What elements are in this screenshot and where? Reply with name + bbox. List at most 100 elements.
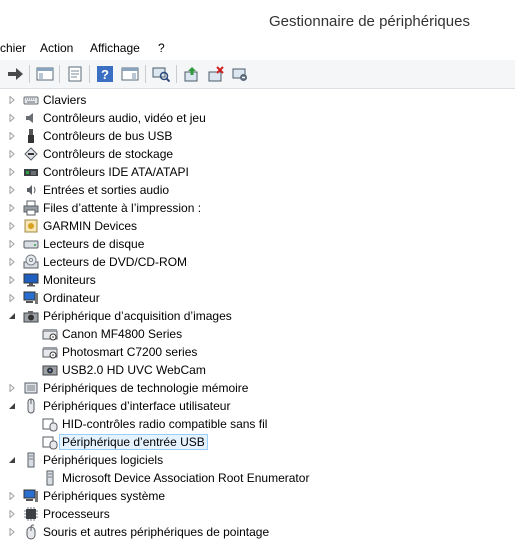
expand-arrow-icon[interactable] — [8, 132, 16, 140]
ide-icon — [23, 164, 39, 180]
software-device-icon — [23, 452, 39, 468]
collapse-arrow-icon[interactable] — [8, 312, 16, 320]
forward-icon[interactable] — [5, 64, 25, 84]
tree-node-label: Périphérique d’acquisition d’images — [43, 309, 232, 323]
expand-arrow-icon[interactable] — [8, 492, 16, 500]
tree-category[interactable]: Moniteurs — [0, 271, 515, 289]
tree-node-label: Canon MF4800 Series — [62, 327, 183, 341]
properties-icon[interactable] — [65, 64, 85, 84]
device-tree: Claviers Contrôleurs audio, vidéo et jeu C… — [0, 90, 515, 541]
tree-category[interactable]: Périphériques logiciels — [0, 451, 515, 469]
menu-bar: chier Action Affichage ? — [0, 39, 515, 59]
tree-node-label: Périphériques de technologie mémoire — [43, 381, 249, 395]
tree-category[interactable]: Claviers — [0, 91, 515, 109]
expand-arrow-icon[interactable] — [8, 204, 16, 212]
tree-category[interactable]: Contrôleurs audio, vidéo et jeu — [0, 109, 515, 127]
menu-fichier[interactable]: chier — [0, 41, 26, 55]
tree-category[interactable]: Souris et autres périphériques de pointa… — [0, 523, 515, 541]
dvd-drive-icon — [23, 254, 39, 270]
menu-help[interactable]: ? — [158, 41, 165, 55]
tree-device[interactable]: Photosmart C7200 series — [0, 343, 515, 361]
expand-arrow-icon[interactable] — [8, 222, 16, 230]
tree-category[interactable]: Contrôleurs de bus USB — [0, 127, 515, 145]
expand-arrow-icon[interactable] — [8, 96, 16, 104]
expand-arrow-icon[interactable] — [8, 510, 16, 518]
expand-arrow-icon[interactable] — [8, 150, 16, 158]
tree-node-label: Contrôleurs de bus USB — [43, 129, 173, 143]
hid-device-icon — [42, 434, 58, 450]
tree-node-label: Lecteurs de DVD/CD-ROM — [43, 255, 188, 269]
collapse-arrow-icon[interactable] — [8, 456, 16, 464]
expand-arrow-icon[interactable] — [8, 240, 16, 248]
menu-affichage[interactable]: Affichage — [90, 41, 140, 55]
tree-device[interactable]: Périphérique d’entrée USB — [0, 433, 515, 451]
tree-category[interactable]: Lecteurs de disque — [0, 235, 515, 253]
tree-category[interactable]: Périphérique d’acquisition d’images — [0, 307, 515, 325]
expand-arrow-icon[interactable] — [8, 528, 16, 536]
scan-hardware-icon[interactable] — [151, 64, 171, 84]
disable-device-icon[interactable] — [230, 64, 250, 84]
show-hide-console-tree-icon[interactable] — [35, 64, 55, 84]
usb-icon — [23, 128, 39, 144]
tree-node-label: Périphériques logiciels — [43, 453, 164, 467]
tree-node-label: Contrôleurs IDE ATA/ATAPI — [43, 165, 189, 179]
tree-node-label: Souris et autres périphériques de pointa… — [43, 525, 270, 539]
mouse-icon — [23, 524, 39, 540]
expand-arrow-icon[interactable] — [8, 294, 16, 302]
menu-action[interactable]: Action — [40, 41, 73, 55]
expand-arrow-icon[interactable] — [8, 258, 16, 266]
monitor-icon — [23, 272, 39, 288]
disk-drive-icon — [23, 236, 39, 252]
toolbar-separator — [59, 65, 60, 83]
tree-category[interactable]: Contrôleurs IDE ATA/ATAPI — [0, 163, 515, 181]
expand-arrow-icon[interactable] — [8, 168, 16, 176]
tree-category[interactable]: Processeurs — [0, 505, 515, 523]
tree-category[interactable]: Lecteurs de DVD/CD-ROM — [0, 253, 515, 271]
tree-node-label: Ordinateur — [43, 291, 100, 305]
tree-node-label: USB2.0 HD UVC WebCam — [62, 363, 206, 377]
audio-io-icon — [23, 182, 39, 198]
tree-node-label: Moniteurs — [43, 273, 96, 287]
toolbar-separator — [29, 65, 30, 83]
tree-category[interactable]: GARMIN Devices — [0, 217, 515, 235]
action-pane-icon[interactable] — [120, 64, 140, 84]
tree-device[interactable]: HID-contrôles radio compatible sans fil — [0, 415, 515, 433]
hid-icon — [23, 398, 39, 414]
tree-node-label: GARMIN Devices — [43, 219, 138, 233]
keyboard-icon — [23, 92, 39, 108]
tree-category[interactable]: Ordinateur — [0, 289, 515, 307]
tree-category[interactable]: Périphériques de technologie mémoire — [0, 379, 515, 397]
expand-arrow-icon[interactable] — [8, 276, 16, 284]
tree-node-label: Contrôleurs de stockage — [43, 147, 174, 161]
hid-device-icon — [42, 416, 58, 432]
toolbar-separator — [176, 65, 177, 83]
tree-node-label: Photosmart C7200 series — [62, 345, 198, 359]
toolbar-separator — [145, 65, 146, 83]
title-bar: Gestionnaire de périphériques — [0, 0, 515, 38]
expand-arrow-icon[interactable] — [8, 186, 16, 194]
tree-node-label: Files d’attente à l’impression : — [43, 201, 202, 215]
garmin-device-icon — [23, 218, 39, 234]
tree-device[interactable]: Microsoft Device Association Root Enumer… — [0, 469, 515, 487]
computer-icon — [23, 290, 39, 306]
tree-node-label: Périphériques d’interface utilisateur — [43, 399, 231, 413]
tree-node-label: Entrées et sorties audio — [43, 183, 170, 197]
collapse-arrow-icon[interactable] — [8, 402, 16, 410]
help-icon[interactable]: ? — [95, 64, 115, 84]
webcam-icon — [42, 362, 58, 378]
tree-category[interactable]: Files d’attente à l’impression : — [0, 199, 515, 217]
expand-arrow-icon[interactable] — [8, 384, 16, 392]
expand-arrow-icon[interactable] — [8, 114, 16, 122]
printer-queue-icon — [23, 200, 39, 216]
tree-node-label: Claviers — [43, 93, 87, 107]
tree-node-label: Périphérique d’entrée USB — [59, 434, 208, 450]
update-driver-icon[interactable] — [182, 64, 202, 84]
tree-category[interactable]: Contrôleurs de stockage — [0, 145, 515, 163]
svg-text:?: ? — [101, 67, 109, 82]
tree-device[interactable]: USB2.0 HD UVC WebCam — [0, 361, 515, 379]
tree-category[interactable]: Périphériques système — [0, 487, 515, 505]
tree-device[interactable]: Canon MF4800 Series — [0, 325, 515, 343]
uninstall-icon[interactable] — [206, 64, 226, 84]
tree-category[interactable]: Périphériques d’interface utilisateur — [0, 397, 515, 415]
tree-category[interactable]: Entrées et sorties audio — [0, 181, 515, 199]
